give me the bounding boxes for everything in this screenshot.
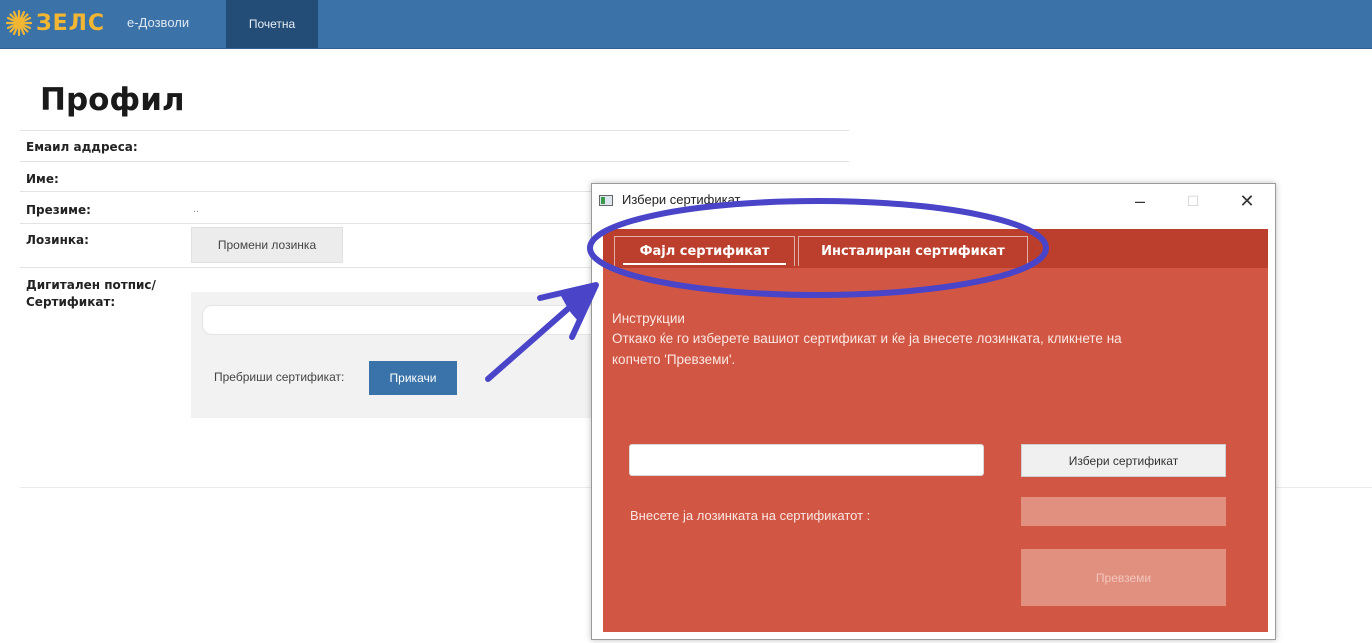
highlight-ellipse: [587, 198, 1049, 298]
annotation-overlay: [485, 198, 1049, 382]
pointer-arrow: [485, 282, 599, 382]
